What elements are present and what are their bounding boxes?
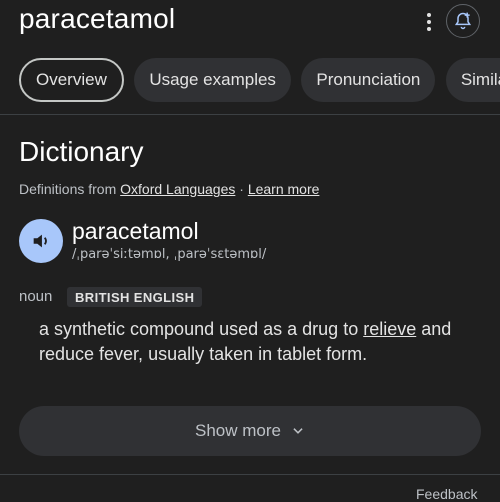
learn-more-link[interactable]: Learn more — [248, 181, 320, 197]
pronounce-speaker-button[interactable] — [19, 219, 63, 263]
oxford-languages-link[interactable]: Oxford Languages — [120, 181, 235, 197]
tab-overview[interactable]: Overview — [19, 58, 124, 102]
part-of-speech: noun — [19, 288, 53, 305]
source-separator: · — [239, 181, 244, 197]
definitions-source: Definitions from Oxford Languages · Lear… — [19, 181, 319, 197]
tab-similar[interactable]: Similar — [445, 58, 500, 102]
source-prefix: Definitions from — [19, 181, 117, 197]
region-badge: BRITISH ENGLISH — [67, 287, 203, 307]
section-title: Dictionary — [19, 136, 144, 167]
speaker-icon — [33, 234, 47, 248]
tab-bar: Overview Usage examples Pronunciation Si… — [19, 58, 500, 102]
definition-before: a synthetic compound used as a drug to — [39, 319, 364, 339]
bell-plus-icon[interactable] — [446, 4, 480, 38]
phonetic-transcription: /ˌparəˈsiːtəmɒl, ˌparəˈsɛtəmɒl/ — [72, 247, 267, 262]
definition-text: a synthetic compound used as a drug to r… — [39, 317, 479, 367]
headword: paracetamol — [72, 218, 199, 244]
more-vert-icon[interactable] — [418, 10, 440, 34]
chevron-down-icon — [293, 428, 303, 434]
relieve-link[interactable]: relieve — [363, 319, 416, 339]
bell-plus-glyph — [454, 12, 472, 30]
divider — [0, 114, 500, 115]
top-bar: paracetamol — [0, 0, 500, 46]
search-query[interactable]: paracetamol — [19, 3, 175, 35]
tab-usage-examples[interactable]: Usage examples — [134, 58, 291, 102]
show-more-label: Show more — [195, 421, 281, 440]
show-more-button[interactable]: Show more — [19, 406, 481, 456]
tab-pronunciation[interactable]: Pronunciation — [301, 58, 436, 102]
divider — [0, 474, 500, 475]
